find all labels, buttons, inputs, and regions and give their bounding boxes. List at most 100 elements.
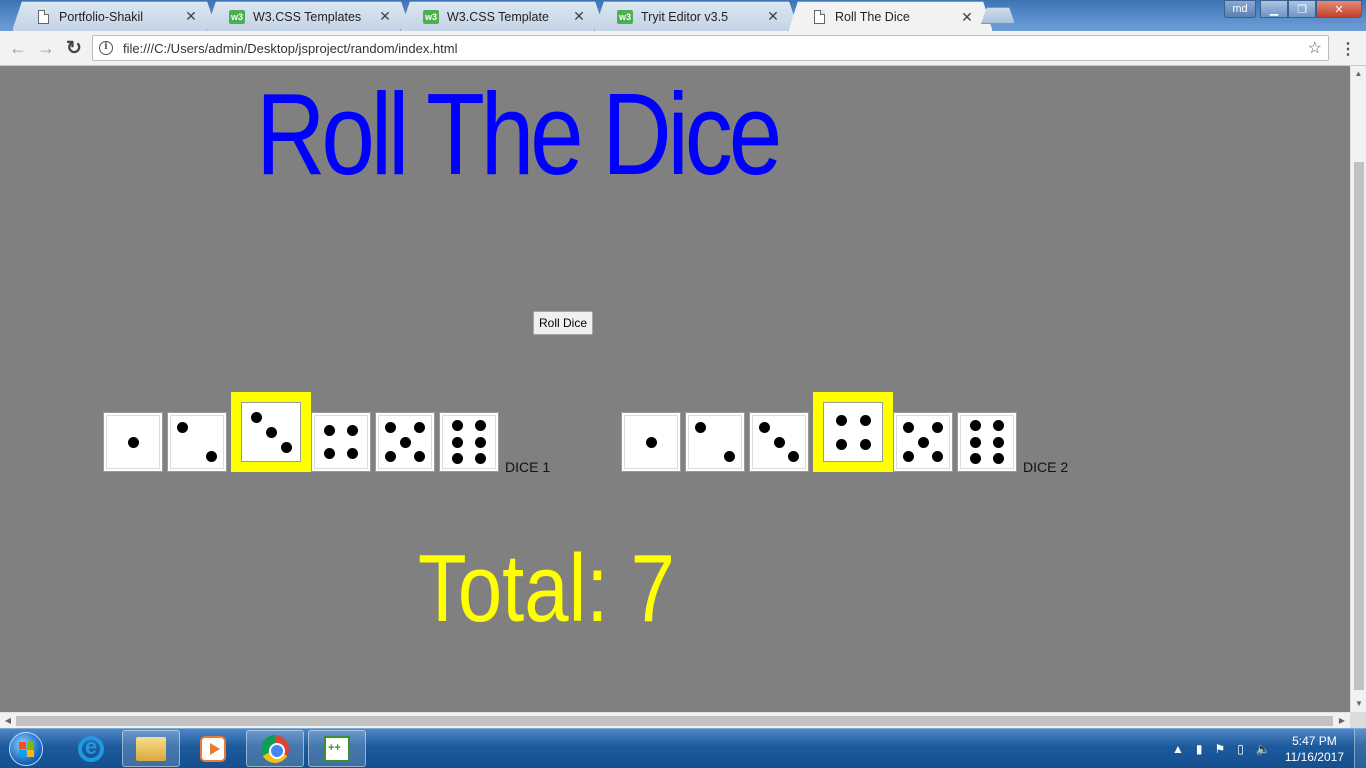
scroll-left-icon[interactable]: ◀ <box>0 713 16 729</box>
die-pip <box>347 448 359 460</box>
forward-arrow-icon[interactable]: → <box>32 34 60 62</box>
die-pip <box>969 452 981 464</box>
die-pip <box>773 436 785 448</box>
menu-kebab-icon[interactable]: ⋮ <box>1340 39 1356 59</box>
tab-portfolio-shakil[interactable]: Portfolio-Shakil ✕ <box>12 1 217 31</box>
die-pip <box>399 436 411 448</box>
die-pip <box>759 422 770 433</box>
tab-tryit-editor[interactable]: w3 Tryit Editor v3.5 ✕ <box>594 1 799 31</box>
editor-icon <box>324 735 350 762</box>
file-explorer-icon <box>136 736 166 761</box>
page-viewport: Roll The Dice Roll Dice DICE 1 DICE 2 To… <box>0 66 1350 712</box>
bookmark-star-icon[interactable]: ☆ <box>1308 38 1322 58</box>
scroll-right-icon[interactable]: ▶ <box>1334 713 1350 729</box>
dice-2-face-1 <box>621 412 681 472</box>
die-pip <box>917 436 929 448</box>
minimize-icon[interactable]: ▁ <box>1260 0 1288 18</box>
address-bar[interactable]: i file:///C:/Users/admin/Desktop/jsproje… <box>92 35 1329 61</box>
page-icon <box>811 9 827 25</box>
taskbar-file-explorer[interactable] <box>122 730 180 767</box>
dice-1-face-6 <box>439 412 499 472</box>
signal-icon[interactable]: ▮ <box>1196 742 1203 756</box>
die-pip <box>993 420 1005 432</box>
scrollbar-corner <box>1350 712 1366 728</box>
die-pip <box>695 422 706 433</box>
dice-1-face-4 <box>311 412 371 472</box>
reload-icon[interactable]: ↻ <box>60 34 88 62</box>
tab-w3css-templates[interactable]: w3 W3.CSS Templates ✕ <box>206 1 411 31</box>
die-pip <box>835 414 847 426</box>
die-pip <box>645 436 657 448</box>
roll-dice-button[interactable]: Roll Dice <box>533 311 593 335</box>
die-pip <box>724 451 735 462</box>
vertical-scroll-thumb[interactable] <box>1354 162 1364 690</box>
clock-time: 5:47 PM <box>1292 734 1337 748</box>
new-tab-button[interactable] <box>981 7 1015 24</box>
dice-1-face-5 <box>375 412 435 472</box>
show-hidden-icons-icon[interactable]: ▲ <box>1172 742 1184 756</box>
vertical-scrollbar[interactable]: ▲ ▼ <box>1350 66 1366 712</box>
clock[interactable]: 5:47 PM 11/16/2017 <box>1285 733 1344 765</box>
die-pip <box>385 422 396 433</box>
close-icon[interactable]: ✕ <box>570 8 588 25</box>
die-pip <box>475 452 487 464</box>
window-controls: md ▁ ❐ ✕ <box>1224 0 1362 18</box>
windows-logo-icon <box>9 732 43 766</box>
taskbar-media-player[interactable] <box>184 730 242 767</box>
die-pip <box>451 420 463 432</box>
die-pip <box>969 420 981 432</box>
die-pip <box>347 424 359 436</box>
dice-2-face-4-selected <box>813 392 893 472</box>
close-icon[interactable]: ✕ <box>182 8 200 25</box>
die-pip <box>385 451 396 462</box>
dice-1-face-2 <box>167 412 227 472</box>
tab-w3css-template[interactable]: w3 W3.CSS Template ✕ <box>400 1 605 31</box>
profile-button[interactable]: md <box>1224 0 1256 18</box>
die-pip <box>859 414 871 426</box>
tab-title: Portfolio-Shakil <box>59 9 144 24</box>
page-heading: Roll The Dice <box>256 69 782 199</box>
close-icon[interactable]: ✕ <box>376 8 394 25</box>
die-pip <box>280 441 292 453</box>
die-pip <box>835 438 847 450</box>
back-arrow-icon[interactable]: ← <box>4 34 32 62</box>
close-icon[interactable]: ✕ <box>764 8 782 25</box>
taskbar-editor[interactable] <box>308 730 366 767</box>
show-desktop-button[interactable] <box>1354 729 1366 768</box>
battery-icon[interactable]: ▯ <box>1237 742 1244 756</box>
start-button[interactable] <box>4 731 48 767</box>
scroll-down-icon[interactable]: ▼ <box>1351 696 1366 712</box>
die-pip <box>414 451 425 462</box>
die-pip <box>993 452 1005 464</box>
taskbar: ▲ ▮ ⚑ ▯ 🔈 5:47 PM 11/16/2017 <box>0 728 1366 768</box>
die-pip <box>250 411 262 423</box>
tab-title: W3.CSS Templates <box>253 9 362 24</box>
horizontal-scrollbar[interactable]: ◀ ▶ <box>0 712 1350 728</box>
die-pip <box>265 426 277 438</box>
die-pip <box>127 436 139 448</box>
die-pip <box>206 451 217 462</box>
w3schools-icon: w3 <box>424 11 437 22</box>
taskbar-chrome[interactable] <box>246 730 304 767</box>
dice-2-face-2 <box>685 412 745 472</box>
chrome-icon <box>261 734 289 763</box>
close-icon[interactable]: ✕ <box>958 9 976 26</box>
die-pip <box>788 451 799 462</box>
url-text[interactable]: file:///C:/Users/admin/Desktop/jsproject… <box>123 41 1308 56</box>
volume-icon[interactable]: 🔈 <box>1256 742 1271 756</box>
die-pip <box>932 422 943 433</box>
restore-icon[interactable]: ❐ <box>1288 0 1316 18</box>
media-player-icon <box>200 735 226 762</box>
info-icon[interactable]: i <box>99 41 113 55</box>
taskbar-internet-explorer[interactable] <box>62 730 120 767</box>
w3schools-icon: w3 <box>230 11 243 22</box>
clock-date: 11/16/2017 <box>1284 750 1344 764</box>
internet-explorer-icon <box>78 734 104 762</box>
tab-roll-the-dice[interactable]: Roll The Dice ✕ <box>788 1 993 32</box>
window-close-icon[interactable]: ✕ <box>1316 0 1362 18</box>
scroll-up-icon[interactable]: ▲ <box>1351 66 1366 82</box>
network-icon[interactable]: ⚑ <box>1215 742 1226 756</box>
horizontal-scroll-thumb[interactable] <box>16 716 1333 726</box>
tab-title: Roll The Dice <box>835 10 910 24</box>
system-tray: ▲ ▮ ⚑ ▯ 🔈 5:47 PM 11/16/2017 <box>1166 729 1366 768</box>
